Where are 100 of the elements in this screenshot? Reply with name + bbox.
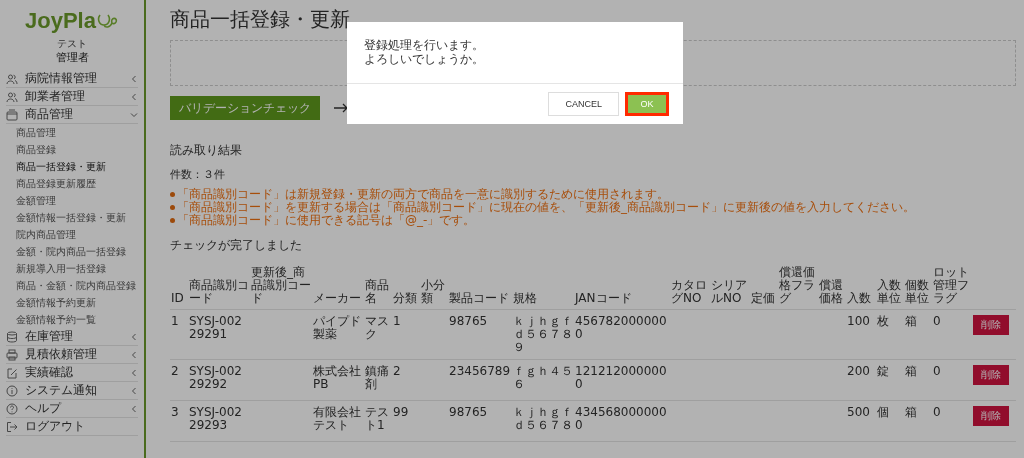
nav-subitem[interactable]: 院内商品管理 — [6, 226, 138, 243]
table-cell: 98765 — [448, 400, 512, 442]
nav-item[interactable]: ログアウト — [6, 418, 138, 436]
table-cell: テスト1 — [364, 400, 392, 442]
column-header: カタログNO — [670, 264, 710, 310]
cancel-button[interactable]: CANCEL — [548, 92, 619, 116]
section-title: 読み取り結果 — [170, 142, 243, 159]
note-text: 「商品識別コード」を更新する場合は「商品識別コード」に現在の値を、「更新後_商品識別コード」に更新後の値を入力してください。 — [177, 201, 915, 214]
table-cell: SYSJ-00229291 — [188, 309, 250, 360]
table-cell: 4567820000000 — [574, 309, 670, 360]
column-header: メーカー — [312, 264, 364, 310]
table-cell: 枚 — [876, 309, 904, 360]
nav-item[interactable]: 病院情報管理 — [6, 70, 138, 88]
nav-item[interactable]: 在庫管理 — [6, 328, 138, 346]
delete-button[interactable]: 削除 — [973, 315, 1009, 335]
validate-button[interactable]: バリデーションチェック — [170, 96, 320, 120]
column-header: 定価 — [750, 264, 778, 310]
nav-subitem[interactable]: 金額情報予約更新 — [6, 294, 138, 311]
delete-button[interactable]: 削除 — [973, 365, 1009, 385]
arrow-right-icon — [334, 103, 348, 113]
nav-item[interactable]: 見積依頼管理 — [6, 346, 138, 364]
column-header: 更新後_商品識別コード — [250, 264, 312, 310]
table-cell: 有限会社テスト — [312, 400, 364, 442]
table-cell: 0 — [932, 359, 972, 401]
nav-subitem[interactable]: 金額情報一括登録・更新 — [6, 209, 138, 226]
column-header: シリアルNO — [710, 264, 750, 310]
column-header: 商品識別コード — [188, 264, 250, 310]
table-cell: 1 — [392, 309, 420, 360]
column-header: 商品名 — [364, 264, 392, 310]
table-cell: 4345680000000 — [574, 400, 670, 442]
table-cell: 1 — [170, 309, 188, 360]
box-icon — [6, 108, 18, 121]
nav-item[interactable]: 実績確認 — [6, 364, 138, 382]
table-cell: 箱 — [904, 309, 932, 360]
table-cell: 箱 — [904, 400, 932, 442]
column-header: 小分類 — [420, 264, 448, 310]
bullet-icon — [170, 218, 175, 223]
table-cell: 0 — [932, 400, 972, 442]
nav-item[interactable]: システム通知 — [6, 382, 138, 400]
record-count: 件数：３件 — [170, 167, 226, 182]
user-name: テスト — [57, 38, 87, 50]
table-cell: 個 — [876, 400, 904, 442]
table-cell: 箱 — [904, 359, 932, 401]
table-cell: パイプド製薬 — [312, 309, 364, 360]
table-cell: 2 — [170, 359, 188, 401]
nav-subitem[interactable]: 商品一括登録・更新 — [6, 158, 138, 175]
column-header: JANコード — [574, 264, 670, 310]
table-cell: 1212120000000 — [574, 359, 670, 401]
note-text: 「商品識別コード」は新規登録・更新の両方で商品を一意に識別するために使用されます。 — [177, 188, 669, 201]
delete-button[interactable]: 削除 — [973, 406, 1009, 426]
info-icon — [6, 384, 18, 397]
nav-item[interactable]: 商品管理 — [6, 106, 138, 124]
table-cell: 23456789 — [448, 359, 512, 401]
column-header: 償還価格 — [818, 264, 846, 310]
bullet-icon — [170, 205, 175, 210]
column-header: 入数単位 — [876, 264, 904, 310]
column-header: 規格 — [512, 264, 574, 310]
table-cell: 錠 — [876, 359, 904, 401]
nav-subitem[interactable]: 金額情報予約一覧 — [6, 311, 138, 328]
table-cell: 鎮痛剤 — [364, 359, 392, 401]
logo-text: JoyPla — [25, 8, 96, 34]
dialog-message: 登録処理を行います。 よろしいでしょうか。 — [347, 22, 683, 84]
nav-subitem[interactable]: 商品登録 — [6, 141, 138, 158]
table-cell: SYSJ-00229293 — [188, 400, 250, 442]
table-cell: 0 — [932, 309, 972, 360]
table-cell: ｋｊｈｇｆｄ５６７８ — [512, 400, 574, 442]
column-header: ID — [170, 264, 188, 310]
table-cell: SYSJ-00229292 — [188, 359, 250, 401]
column-header: ロット管理フラグ — [932, 264, 972, 310]
nav-subitem[interactable]: 商品登録更新履歴 — [6, 175, 138, 192]
nav-item[interactable]: 卸業者管理 — [6, 88, 138, 106]
status-message: チェックが完了しました — [170, 237, 303, 254]
nav-subitem[interactable]: 商品管理 — [6, 124, 138, 141]
nav-item[interactable]: ヘルプ — [6, 400, 138, 418]
table-cell: 株式会社PB — [312, 359, 364, 401]
nav-subitem[interactable]: 金額・院内商品一括登録 — [6, 243, 138, 260]
table-cell: 200 — [846, 359, 876, 401]
users-icon — [6, 90, 18, 103]
users-icon — [6, 72, 18, 85]
logout-icon — [6, 420, 18, 433]
stethoscope-icon — [96, 13, 119, 29]
table-cell: 500 — [846, 400, 876, 442]
table-cell: 98765 — [448, 309, 512, 360]
table-cell: 100 — [846, 309, 876, 360]
note-text: 「商品識別コード」に使用できる記号は「@_-」です。 — [177, 214, 476, 227]
column-header: 個数単位 — [904, 264, 932, 310]
table-cell: 3 — [170, 400, 188, 442]
nav-subitem[interactable]: 金額管理 — [6, 192, 138, 209]
column-header: 製品コード — [448, 264, 512, 310]
column-header: 分類 — [392, 264, 420, 310]
user-role: 管理者 — [55, 51, 89, 64]
table-cell: マスク — [364, 309, 392, 360]
table-cell: 99 — [392, 400, 420, 442]
nav-subitem[interactable]: 新規導入用一括登録 — [6, 260, 138, 277]
table-cell: 2 — [392, 359, 420, 401]
nav-subitem[interactable]: 商品・金額・院内商品登録 — [6, 277, 138, 294]
printer-icon — [6, 348, 18, 361]
column-header: 入数 — [846, 264, 876, 310]
help-icon — [6, 402, 18, 415]
table-cell: ｋｊｈｇｆｄ５６７８９ — [512, 309, 574, 360]
